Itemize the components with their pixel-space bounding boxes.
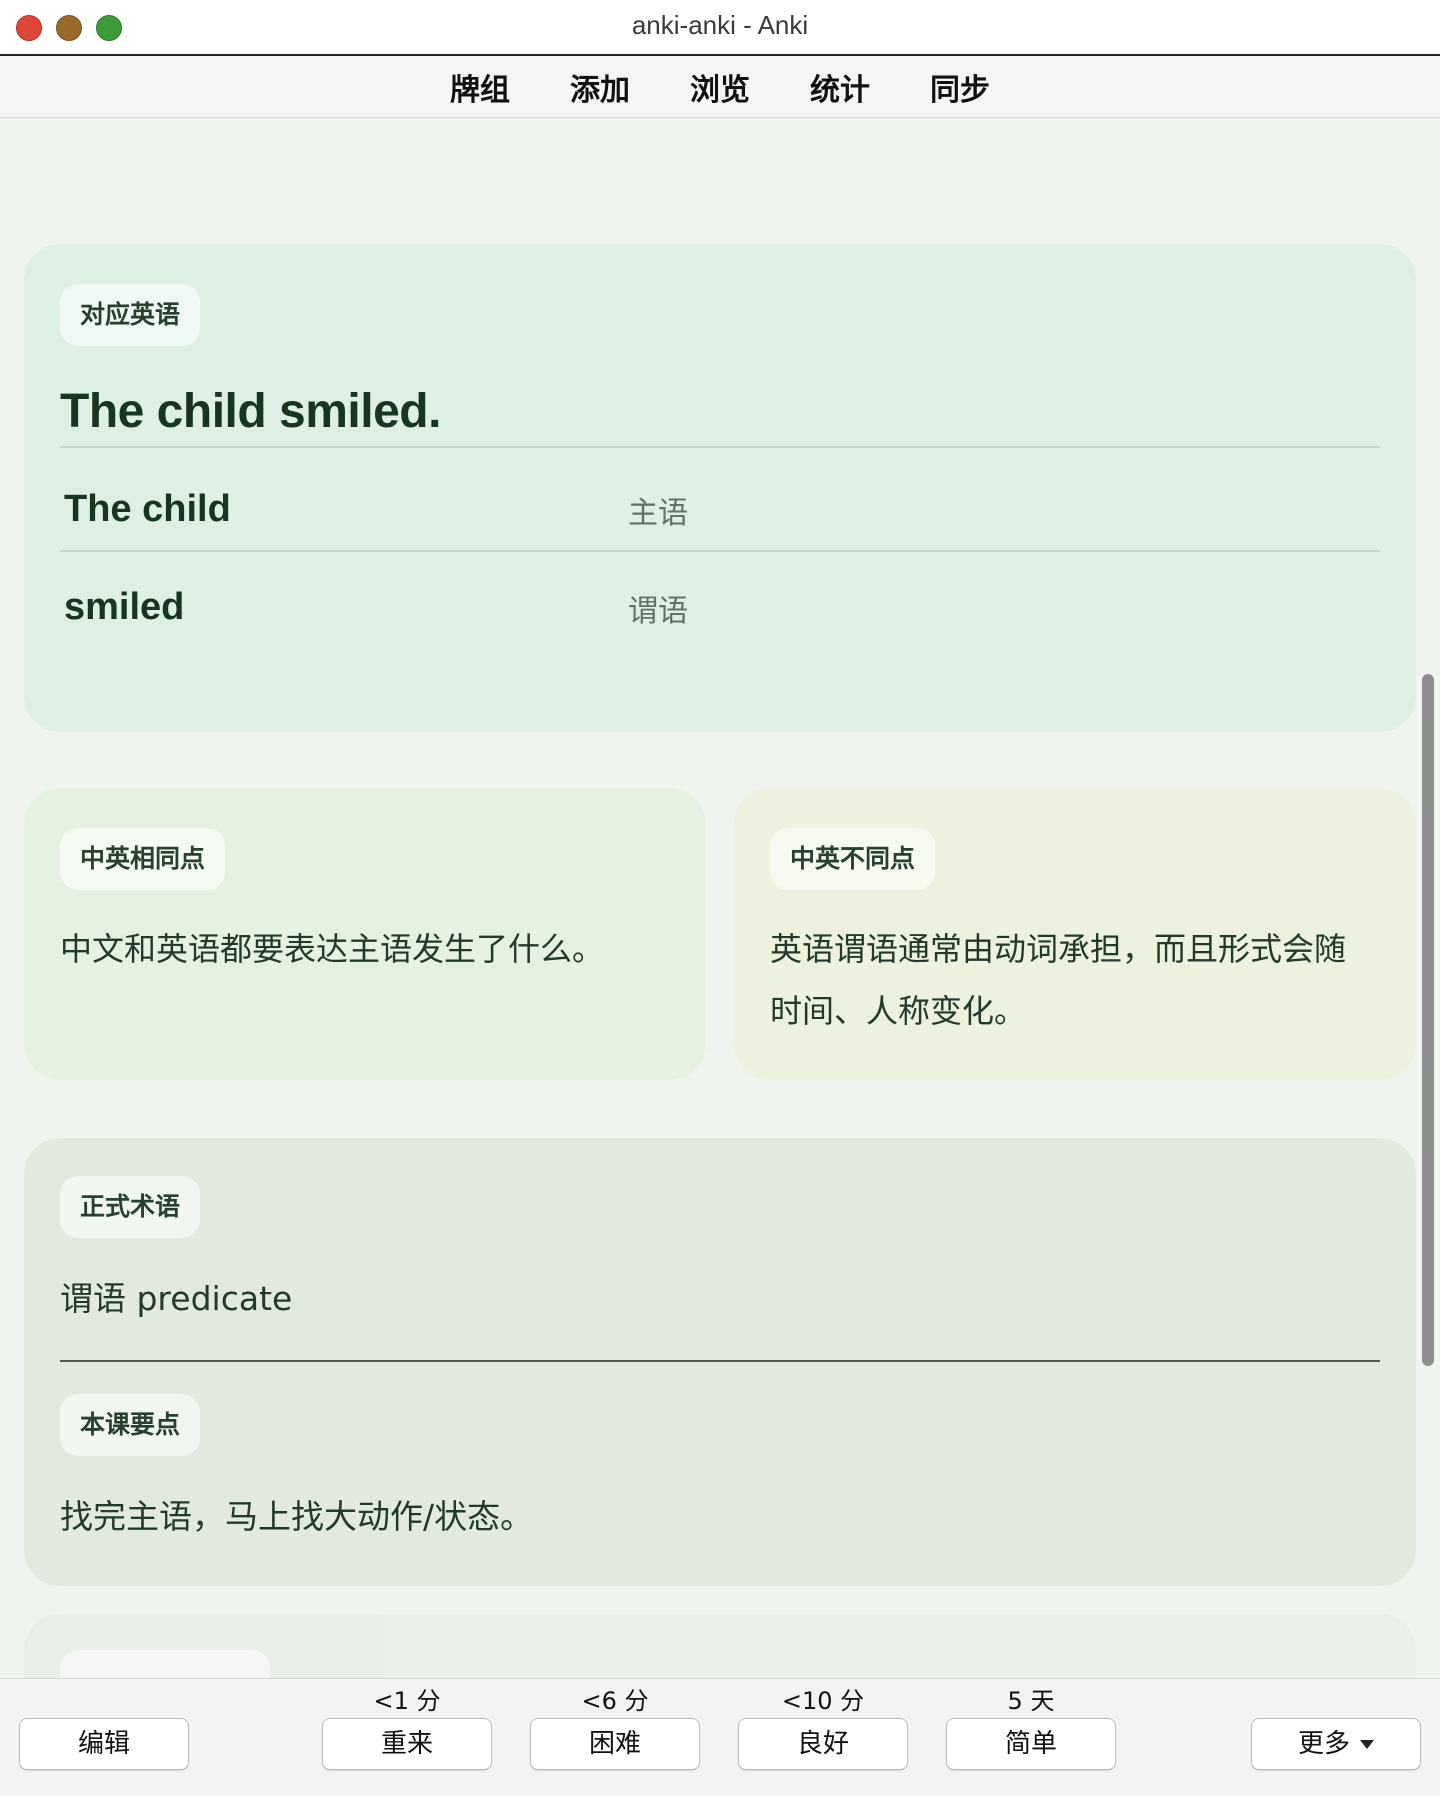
lesson-key-label: 本课要点 [60,1394,201,1456]
tab-stats[interactable]: 统计 [808,65,872,109]
sentence-part-role: 谓语 [628,594,688,629]
answer-bar: 编辑 <1 分 重来 <6 分 困难 <10 分 良好 5 天 简单 更多 [0,1678,1440,1796]
sentence-part-word: smiled [64,586,185,628]
hard-button[interactable]: 困难 [530,1718,700,1770]
edit-button[interactable]: 编辑 [19,1718,189,1770]
differences-label: 中英不同点 [770,828,936,890]
scrollbar-thumb[interactable] [1422,674,1434,1366]
easy-interval: 5 天 [1007,1687,1055,1715]
sentence-part-role: 主语 [628,496,688,531]
good-button[interactable]: 良好 [738,1718,908,1770]
divider [60,550,1380,552]
tab-add[interactable]: 添加 [568,65,632,109]
chevron-down-icon [1360,1740,1374,1749]
english-equivalent-card: 对应英语 The child smiled. The child 主语 smil… [24,244,1416,732]
easy-button[interactable]: 简单 [946,1718,1116,1770]
differences-card: 中英不同点 英语谓语通常由动词承担，而且形式会随时间、人称变化。 [734,788,1416,1080]
terms-card: 正式术语 谓语 predicate 本课要点 找完主语，马上找大动作/状态。 [24,1138,1416,1586]
sentence-part-word: The child [64,488,231,530]
english-equivalent-label: 对应英语 [60,284,201,346]
divider [60,1360,1380,1362]
again-button[interactable]: 重来 [322,1718,492,1770]
formal-term-label: 正式术语 [60,1176,201,1238]
good-interval: <10 分 [781,1687,865,1715]
differences-text: 英语谓语通常由动词承担，而且形式会随时间、人称变化。 [770,930,1347,1030]
tab-decks[interactable]: 牌组 [448,65,512,109]
similarities-card: 中英相同点 中文和英语都要表达主语发生了什么。 [24,788,706,1080]
card-review-area[interactable]: 对应英语 The child smiled. The child 主语 smil… [0,118,1440,1678]
hard-interval: <6 分 [581,1687,649,1715]
divider [60,446,1380,448]
next-section-label [60,1650,270,1678]
next-section-card [24,1614,1416,1678]
again-interval: <1 分 [373,1687,441,1715]
tab-browse[interactable]: 浏览 [688,65,752,109]
window-title: anki-anki - Anki [631,10,809,40]
more-button[interactable]: 更多 [1251,1718,1421,1770]
formal-term-text: 谓语 predicate [60,1279,293,1318]
similarities-label: 中英相同点 [60,828,226,890]
tab-sync[interactable]: 同步 [928,65,992,109]
window-titlebar: anki-anki - Anki [0,0,1440,56]
english-sentence: The child smiled. [60,385,441,438]
lesson-key-text: 找完主语，马上找大动作/状态。 [60,1497,534,1536]
more-button-label: 更多 [1297,1729,1350,1759]
main-toolbar: 牌组 添加 浏览 统计 同步 [0,56,1440,118]
similarities-text: 中文和英语都要表达主语发生了什么。 [60,930,605,968]
